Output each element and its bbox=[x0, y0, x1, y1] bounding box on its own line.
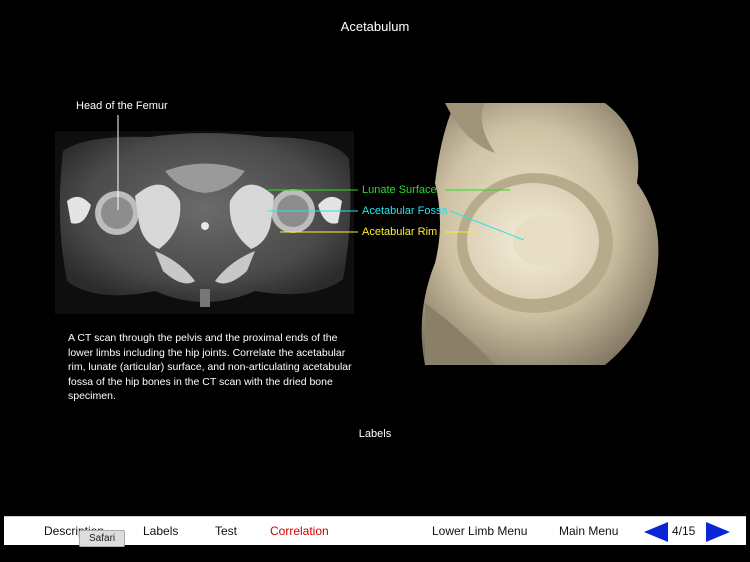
lunate-surface-label: Lunate Surface bbox=[362, 184, 437, 196]
right-arrow-icon[interactable] bbox=[706, 522, 730, 542]
page-counter: 4/15 bbox=[672, 524, 696, 538]
labels-tab[interactable]: Labels bbox=[143, 524, 178, 538]
safari-tooltip: Safari bbox=[79, 530, 126, 547]
acetabular-fossa-label: Acetabular Fossa bbox=[362, 205, 448, 217]
head-of-femur-label: Head of the Femur bbox=[76, 100, 168, 112]
acetabular-rim-label: Acetabular Rim bbox=[362, 226, 438, 238]
page-title: Acetabulum bbox=[340, 19, 410, 34]
lower-limb-menu-button[interactable]: Lower Limb Menu bbox=[432, 524, 527, 538]
test-tab[interactable]: Test bbox=[215, 524, 237, 538]
description-text: A CT scan through the pelvis and the pro… bbox=[68, 332, 352, 402]
labels-toggle-button[interactable]: Labels bbox=[0, 428, 750, 440]
ct-scan-image bbox=[55, 131, 354, 314]
correlation-tab[interactable]: Correlation bbox=[270, 524, 329, 538]
left-arrow-icon[interactable] bbox=[644, 522, 668, 542]
main-menu-button[interactable]: Main Menu bbox=[559, 524, 618, 538]
dried-bone-specimen-image bbox=[405, 103, 670, 365]
